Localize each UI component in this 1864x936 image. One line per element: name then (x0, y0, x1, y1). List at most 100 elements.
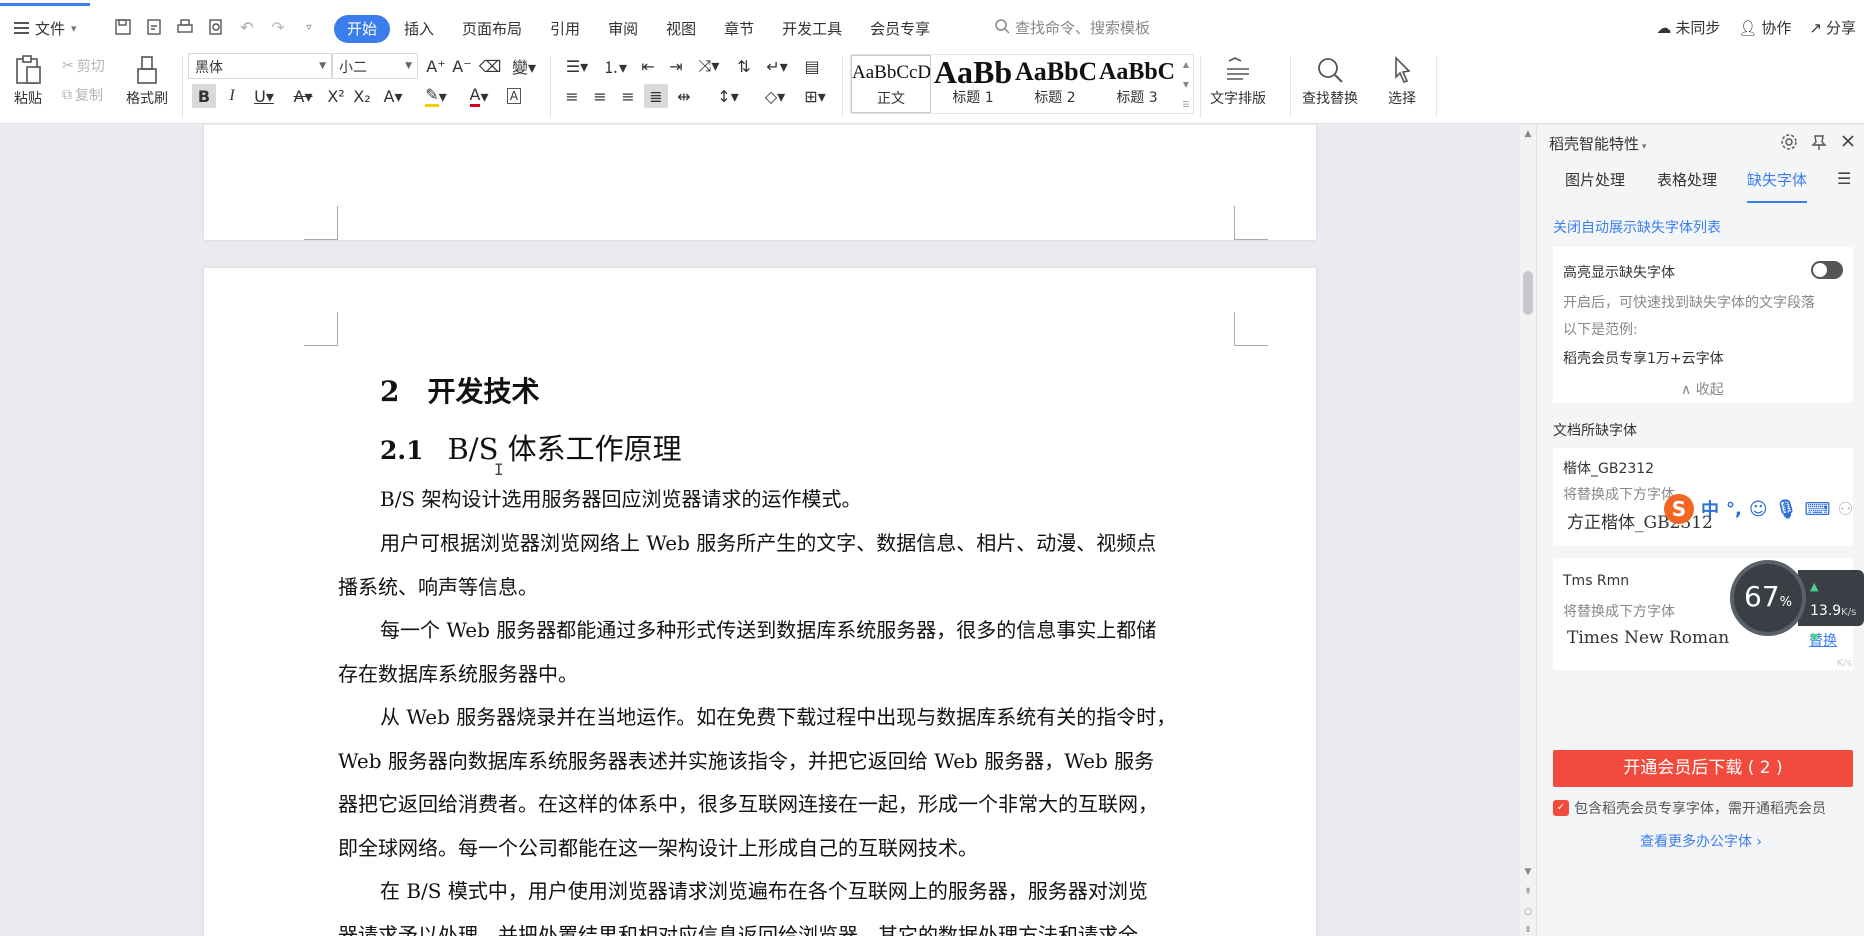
prev-page-icon[interactable]: ⇞ (1520, 887, 1536, 897)
tab-section[interactable]: 章节 (710, 15, 768, 43)
scroll-up-icon[interactable]: ▲ (1520, 129, 1536, 139)
collaborate-button[interactable]: 👤︎ 协作 (1738, 17, 1791, 38)
text-effect-icon[interactable]: A▾ (376, 84, 410, 108)
ime-mode[interactable]: 中 (1701, 496, 1719, 522)
chinese-layout-icon[interactable]: ⤨▾ (692, 54, 726, 78)
line-spacing-icon[interactable]: ↕▾ (710, 84, 746, 108)
style-heading-1[interactable]: AaBb 标题 1 (933, 55, 1013, 113)
collapse-button[interactable]: ∧ 收起 (1681, 379, 1724, 399)
font-color-icon[interactable]: A ▾ (462, 84, 496, 108)
speed-monitor-widget[interactable]: ▲ 13.9K/s ▼ 148K/s 67% (1730, 560, 1864, 670)
expand-icon[interactable]: ☰ (1182, 100, 1189, 109)
panel-title[interactable]: 稻壳智能特性 ▾ (1549, 133, 1646, 154)
redo-icon[interactable]: ↷ (267, 16, 289, 38)
user-icon[interactable]: ⚇ (1837, 499, 1853, 520)
table-tools-icon[interactable]: ▤ (800, 54, 824, 78)
bullet-list-icon[interactable]: ☰▾ (560, 54, 594, 78)
align-right-icon[interactable]: ≡ (616, 84, 640, 108)
download-rate: ▼ 148K/s (1810, 625, 1864, 676)
phonetic-guide-icon[interactable]: 變▾ (506, 54, 542, 78)
tab-references[interactable]: 引用 (536, 15, 594, 43)
styles-scroll[interactable]: ▲ ▼ ☰ (1178, 54, 1194, 114)
punctuation-icon[interactable]: °, (1726, 499, 1742, 520)
font-name-select[interactable]: 黑体 ▼ (188, 53, 332, 79)
tab-review[interactable]: 审阅 (594, 15, 652, 43)
increase-indent-icon[interactable]: ⇥ (664, 54, 688, 78)
justify-icon[interactable]: ≣ (644, 84, 668, 108)
char-border-icon[interactable]: A (502, 84, 526, 108)
tab-view[interactable]: 视图 (652, 15, 710, 43)
style-heading-2[interactable]: AaBbC 标题 2 (1015, 55, 1095, 113)
highlight-toggle[interactable] (1811, 261, 1843, 279)
tab-member[interactable]: 会员专享 (856, 15, 944, 43)
distribute-icon[interactable]: ⇹ (672, 84, 696, 108)
export-pdf-icon[interactable] (143, 16, 165, 38)
document-scrollbar[interactable]: ▲ ▼ ⇞ ○ ⇟ (1520, 125, 1536, 936)
close-auto-show-link[interactable]: 关闭自动展示缺失字体列表 (1553, 217, 1721, 237)
ime-toolbar[interactable]: S 中 °, ☺ 🎙︎ ⌨ ⚇ (1658, 493, 1864, 525)
paste-button[interactable]: 粘贴 (10, 52, 46, 108)
superscript-icon[interactable]: X² (324, 84, 348, 108)
vip-download-button[interactable]: 开通会员后下载 ( 2 ) (1553, 750, 1853, 787)
tab-table-processing[interactable]: 表格处理 (1657, 167, 1717, 203)
menu-icon[interactable]: ☰ (1837, 169, 1851, 188)
align-left-icon[interactable]: ≡ (560, 84, 584, 108)
divider (842, 56, 843, 118)
shrink-font-icon[interactable]: A⁻ (450, 54, 474, 78)
strikethrough-icon[interactable]: A▾ (286, 84, 320, 108)
font-size-select[interactable]: 小二 ▼ (332, 53, 418, 79)
tab-image-processing[interactable]: 图片处理 (1565, 167, 1625, 203)
file-menu[interactable]: 文件 ▾ (14, 17, 77, 39)
emoji-icon[interactable]: ☺ (1749, 499, 1768, 520)
pin-icon[interactable] (1810, 133, 1828, 155)
style-heading-3[interactable]: AaBbC 标题 3 (1097, 55, 1177, 113)
print-icon[interactable] (174, 16, 196, 38)
sort-icon[interactable]: ⇅ (732, 54, 756, 78)
select-browse-icon[interactable]: ○ (1520, 907, 1536, 917)
command-search[interactable]: 查找命令、搜索模板 (994, 17, 1150, 38)
save-icon[interactable] (112, 16, 134, 38)
gear-icon[interactable] (1780, 133, 1798, 155)
undo-icon[interactable]: ↶ (236, 16, 258, 38)
subscript-icon[interactable]: X₂ (350, 84, 374, 108)
grow-font-icon[interactable]: A⁺ (424, 54, 448, 78)
ribbon-tabs: 开始 插入 页面布局 引用 审阅 视图 章节 开发工具 会员专享 (334, 15, 944, 43)
tab-page-layout[interactable]: 页面布局 (448, 15, 536, 43)
keyboard-icon[interactable]: ⌨ (1804, 499, 1830, 520)
print-preview-icon[interactable] (205, 16, 227, 38)
tab-developer[interactable]: 开发工具 (768, 15, 856, 43)
align-center-icon[interactable]: ≡ (588, 84, 612, 108)
shading-icon[interactable]: ◇▾ (758, 84, 792, 108)
document-canvas[interactable]: 3 2 开发技术 2.1 B/S 体系工作原理 I B/S 架构设计选用服务器回应… (0, 125, 1520, 936)
tab-missing-fonts[interactable]: 缺失字体 (1747, 167, 1808, 203)
show-marks-icon[interactable]: ↵▾ (760, 54, 794, 78)
scroll-down-icon[interactable]: ▼ (1520, 867, 1536, 877)
next-page-icon[interactable]: ⇟ (1520, 925, 1536, 935)
tab-insert[interactable]: 插入 (390, 15, 448, 43)
borders-icon[interactable]: ⊞▾ (798, 84, 832, 108)
format-painter-button[interactable]: 格式刷 (126, 52, 168, 108)
underline-icon[interactable]: U▾ (246, 84, 282, 108)
clear-format-icon[interactable]: ⌫ (478, 54, 502, 78)
more-fonts-link[interactable]: 查看更多办公字体 › (1537, 831, 1864, 851)
share-button[interactable]: ↗ 分享 (1809, 17, 1856, 38)
style-normal[interactable]: AaBbCcDd 正文 (851, 55, 931, 113)
highlight-icon[interactable]: ✎ ▾ (418, 84, 454, 108)
close-icon[interactable] (1840, 133, 1856, 155)
copy-button[interactable]: ⧉ 复制 (62, 85, 103, 105)
decrease-indent-icon[interactable]: ⇤ (636, 54, 660, 78)
customize-chevron-icon[interactable]: ▿ (298, 16, 320, 38)
text-layout-button[interactable]: 文字排版 (1210, 52, 1266, 108)
tab-home[interactable]: 开始 (334, 15, 391, 43)
find-replace-button[interactable]: 查找替换 (1302, 52, 1358, 108)
select-button[interactable]: 选择 (1384, 52, 1420, 108)
bold-icon[interactable]: B (192, 84, 216, 108)
sync-button[interactable]: ☁ 未同步 (1656, 17, 1720, 38)
scroll-thumb[interactable] (1523, 271, 1533, 315)
italic-icon[interactable]: I (220, 84, 244, 108)
chevron-down-icon[interactable]: ▼ (1183, 80, 1189, 89)
microphone-icon[interactable]: 🎙︎ (1775, 499, 1798, 520)
numbered-list-icon[interactable]: ⒈▾ (598, 54, 632, 78)
chevron-up-icon[interactable]: ▲ (1183, 60, 1189, 69)
cut-button[interactable]: ✂ 剪切 (62, 56, 105, 76)
